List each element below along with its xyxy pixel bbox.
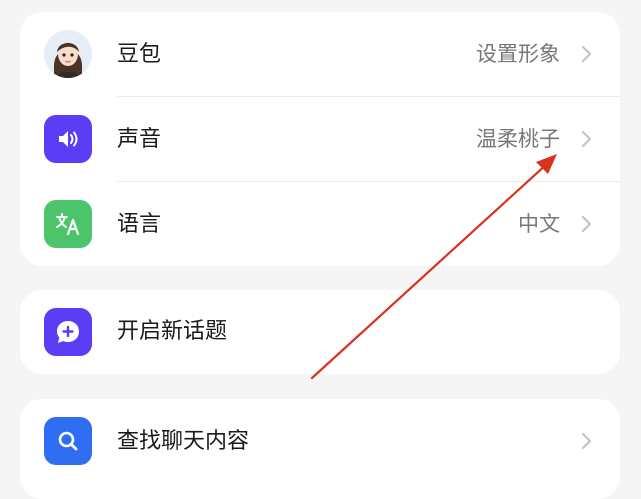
speaker-icon bbox=[44, 115, 92, 163]
translate-icon bbox=[44, 200, 92, 248]
row-doubao[interactable]: 豆包 设置形象 bbox=[20, 12, 620, 97]
row-language[interactable]: 语言 中文 bbox=[20, 182, 620, 266]
row-doubao-value: 设置形象 bbox=[476, 42, 560, 66]
chevron-right-icon bbox=[581, 45, 592, 63]
chevron-right-icon bbox=[581, 130, 592, 148]
row-voice[interactable]: 声音 温柔桃子 bbox=[20, 97, 620, 182]
row-voice-label: 声音 bbox=[117, 127, 162, 152]
row-doubao-label: 豆包 bbox=[117, 42, 162, 67]
row-language-value: 中文 bbox=[518, 212, 560, 236]
search-card: 查找聊天内容 bbox=[20, 399, 620, 499]
row-search-chat-label: 查找聊天内容 bbox=[117, 429, 250, 454]
row-new-topic-label: 开启新话题 bbox=[117, 319, 228, 344]
avatar-icon bbox=[44, 30, 92, 78]
row-new-topic[interactable]: 开启新话题 bbox=[20, 290, 620, 374]
chevron-right-icon bbox=[581, 215, 592, 233]
new-topic-card: 开启新话题 bbox=[20, 290, 620, 374]
settings-card: 豆包 设置形象 声音 温柔桃子 语言 中文 bbox=[20, 12, 620, 266]
chevron-right-icon bbox=[581, 432, 592, 450]
chat-plus-icon bbox=[44, 308, 92, 356]
row-voice-value: 温柔桃子 bbox=[476, 127, 560, 151]
search-icon bbox=[44, 417, 92, 465]
row-language-label: 语言 bbox=[117, 212, 162, 237]
row-search-chat[interactable]: 查找聊天内容 bbox=[20, 399, 620, 484]
